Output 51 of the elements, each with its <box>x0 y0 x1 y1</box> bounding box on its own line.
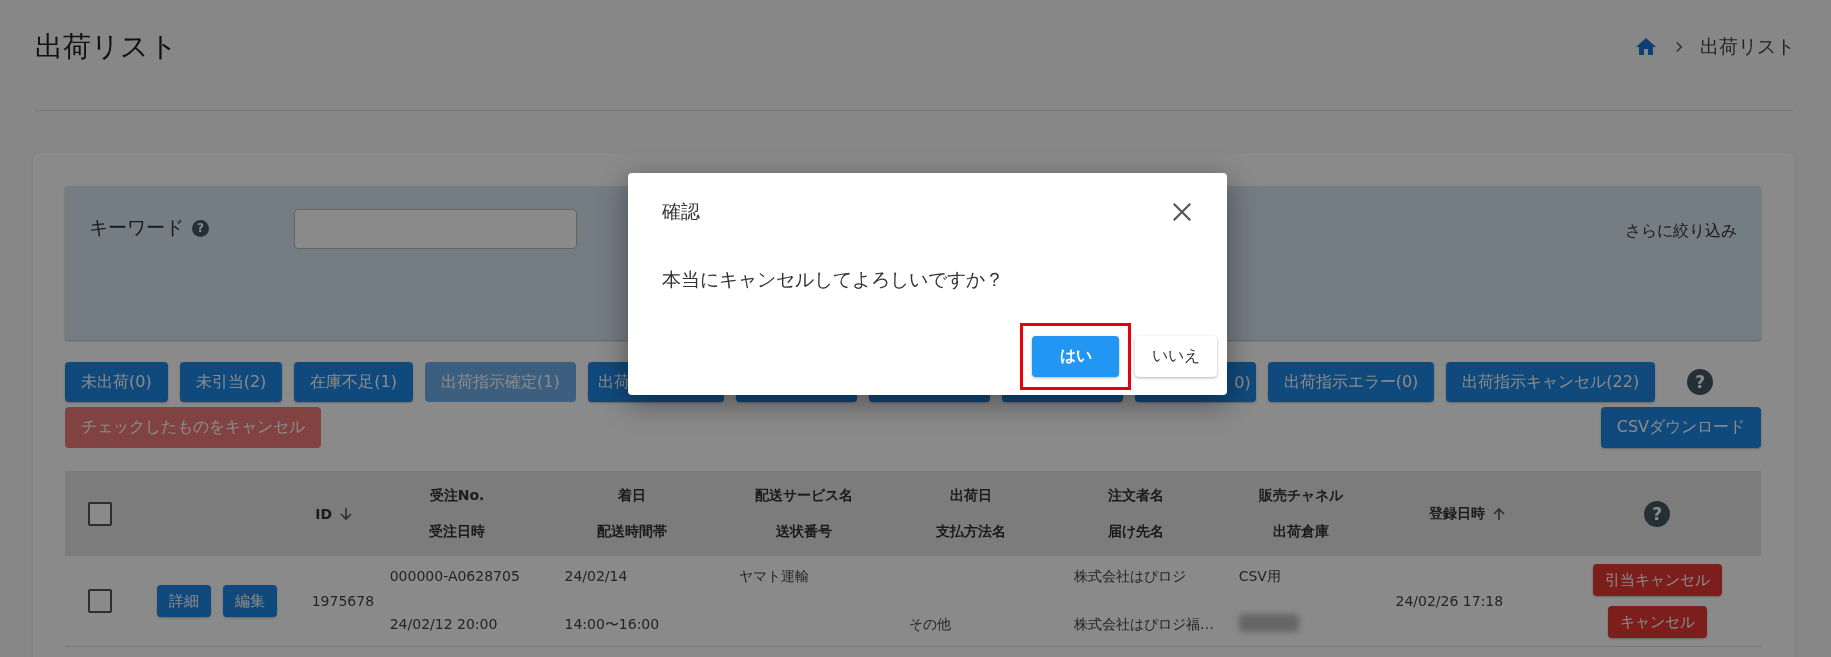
table-cell: 株式会社はぴロジ福… <box>1073 616 1214 634</box>
table-cell: 1975678 <box>311 593 375 609</box>
status-filter-button[interactable]: 未引当(2) <box>179 362 283 402</box>
breadcrumb-current: 出荷リスト <box>1700 34 1795 59</box>
row-action-button[interactable]: 詳細 <box>157 585 212 617</box>
arrow-down-icon[interactable] <box>338 505 355 522</box>
row-checkbox[interactable] <box>87 589 112 613</box>
column-header: 配送サービス名 <box>755 486 854 505</box>
help-icon[interactable]: ? <box>1687 369 1714 395</box>
column-header: 配送時間帯 <box>596 522 667 541</box>
table-cell: 24/02/26 17:18 <box>1395 593 1504 609</box>
dialog-title: 確認 <box>662 199 700 224</box>
select-all-checkbox[interactable] <box>87 501 112 526</box>
table-cell: 24/02/12 20:00 <box>389 616 498 634</box>
column-header[interactable]: ID <box>315 505 333 522</box>
status-filter-button[interactable]: 在庫不足(1) <box>294 362 413 402</box>
column-header: 注文者名 <box>1108 486 1165 505</box>
column-header: 着日 <box>617 486 646 505</box>
help-icon[interactable]: ? <box>1644 500 1671 527</box>
table-cell: その他 <box>909 616 952 634</box>
status-filter-button[interactable]: 出荷指示キャンセル(22) <box>1446 362 1656 402</box>
status-filter-button[interactable]: 未出荷(0) <box>65 362 168 402</box>
table-cell: 株式会社はぴロジ <box>1073 568 1186 586</box>
close-icon[interactable] <box>1171 201 1193 223</box>
row-action-button[interactable]: 編集 <box>223 585 278 617</box>
table-cell: CSV用 <box>1238 568 1281 586</box>
column-header: 受注No. <box>429 486 485 505</box>
column-header[interactable]: 登録日時 <box>1429 504 1486 523</box>
column-header: 出荷倉庫 <box>1273 522 1330 541</box>
column-header: 受注日時 <box>429 522 486 541</box>
table-cell: 000000-A0628705 <box>389 568 520 586</box>
dialog-message: 本当にキャンセルしてよろしいですか？ <box>662 267 1005 292</box>
keyword-label: キーワード <box>89 215 184 240</box>
table-cell: ヤマト運輸 <box>739 568 810 586</box>
dialog-button[interactable]: はい <box>1032 336 1119 377</box>
row-cancel-button[interactable]: キャンセル <box>1607 606 1707 638</box>
table-cell: 14:00〜16:00 <box>564 616 660 634</box>
column-header: 届け先名 <box>1108 522 1165 541</box>
column-header: 送状番号 <box>776 522 833 541</box>
dialog-button[interactable]: いいえ <box>1135 336 1217 377</box>
keyword-field[interactable] <box>294 209 577 249</box>
row-cancel-button[interactable]: 引当キャンセル <box>1592 564 1722 596</box>
column-header: 出荷日 <box>950 486 993 505</box>
more-filters-link[interactable]: さらに絞り込み <box>1625 209 1737 242</box>
page-title: 出荷リスト <box>35 29 178 65</box>
column-header: 販売チャネル <box>1259 486 1344 505</box>
table-cell: 24/02/14 <box>564 568 628 586</box>
column-header: 支払方法名 <box>936 522 1007 541</box>
status-filter-button[interactable]: 出荷指示エラー(0) <box>1267 362 1435 402</box>
help-icon[interactable]: ? <box>192 219 209 237</box>
csv-download-button[interactable]: CSVダウンロード <box>1600 407 1761 448</box>
